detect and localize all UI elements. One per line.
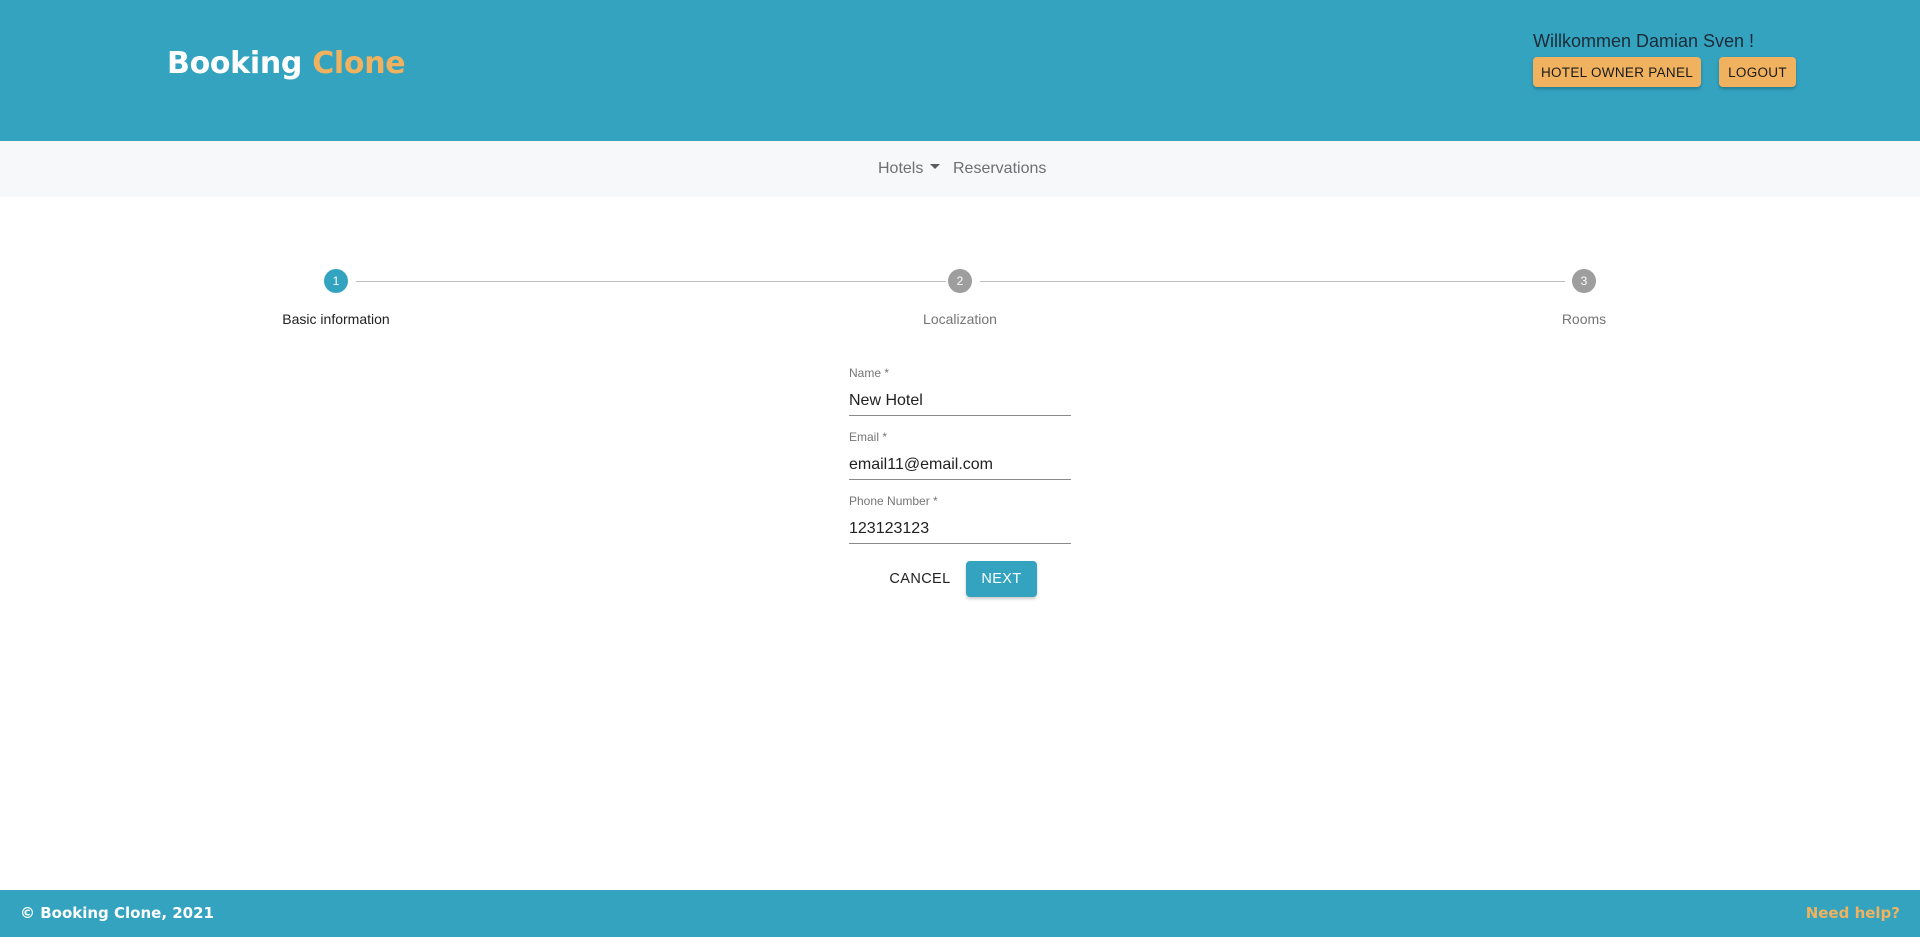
header: Booking Clone Willkommen Damian Sven ! H… <box>0 0 1920 141</box>
logout-button[interactable]: LOGOUT <box>1719 57 1796 87</box>
page: Booking Clone Willkommen Damian Sven ! H… <box>0 0 1920 937</box>
phone-input[interactable] <box>849 514 1071 544</box>
nav-hotels-dropdown[interactable]: Hotels <box>878 160 940 178</box>
step-connector-2 <box>980 281 1565 282</box>
brand-logo[interactable]: Booking Clone <box>167 46 406 81</box>
step-connector-1 <box>356 281 946 282</box>
name-field: Name * <box>849 366 1071 418</box>
nav-reservations[interactable]: Reservations <box>953 160 1046 178</box>
nav-hotels-label: Hotels <box>878 160 924 177</box>
next-button[interactable]: NEXT <box>966 561 1037 597</box>
step-3-label: Rooms <box>1561 311 1607 327</box>
hotel-owner-panel-button[interactable]: HOTEL OWNER PANEL <box>1533 57 1701 87</box>
footer: © Booking Clone, 2021 Need help? <box>0 890 1920 937</box>
step-1-label: Basic information <box>282 311 390 327</box>
name-input[interactable] <box>849 386 1071 416</box>
welcome-text: Willkommen Damian Sven ! <box>1533 31 1755 51</box>
need-help-link[interactable]: Need help? <box>1806 904 1900 922</box>
email-label: Email * <box>849 430 888 444</box>
step-2-circle: 2 <box>948 269 972 293</box>
step-3-circle: 3 <box>1572 269 1596 293</box>
phone-label: Phone Number * <box>849 494 938 508</box>
caret-down-icon <box>929 164 940 170</box>
phone-field: Phone Number * <box>849 494 1071 546</box>
email-input[interactable] <box>849 450 1071 480</box>
step-2-label: Localization <box>923 311 997 327</box>
footer-copyright: © Booking Clone, 2021 <box>20 904 214 922</box>
email-field: Email * <box>849 430 1071 482</box>
cancel-button[interactable]: CANCEL <box>878 561 962 597</box>
brand-accent: Clone <box>312 46 406 81</box>
brand-main: Booking <box>167 46 303 81</box>
name-label: Name * <box>849 366 890 380</box>
step-1-circle: 1 <box>324 269 348 293</box>
nav-bar: Hotels Reservations <box>0 141 1920 197</box>
